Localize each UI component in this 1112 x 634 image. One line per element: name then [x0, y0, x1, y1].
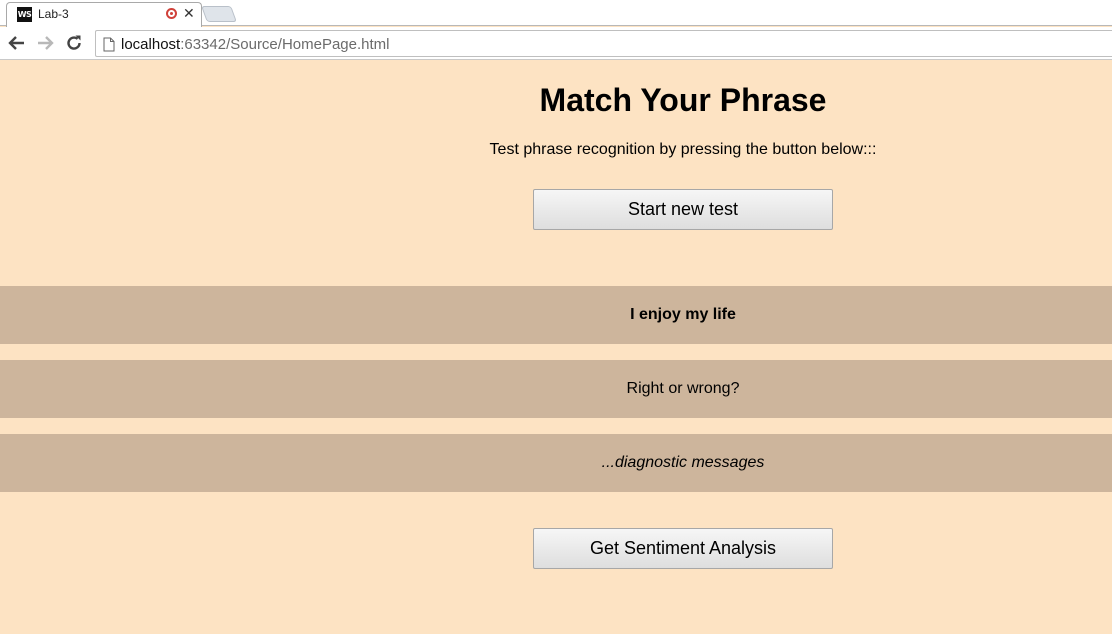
- arrow-right-icon: [38, 36, 54, 50]
- back-button[interactable]: [6, 33, 28, 53]
- browser-tab[interactable]: WS Lab-3 ✕: [6, 2, 202, 27]
- browser-toolbar: localhost:63342/Source/HomePage.html: [0, 27, 1112, 60]
- webstorm-favicon-icon: WS: [17, 7, 32, 22]
- reload-icon: [67, 35, 81, 50]
- page-title: Match Your Phrase: [539, 82, 827, 118]
- instructions-text: Test phrase recognition by pressing the …: [489, 141, 877, 158]
- tab-strip: WS Lab-3 ✕: [0, 0, 1112, 27]
- page-body: Match Your Phrase Test phrase recognitio…: [0, 61, 1112, 634]
- result-panel: Right or wrong?: [0, 360, 1112, 418]
- url-path: :63342/Source/HomePage.html: [180, 36, 390, 53]
- arrow-left-icon: [8, 36, 24, 50]
- diagnostic-messages-text: ...diagnostic messages: [601, 454, 765, 471]
- close-tab-icon[interactable]: ✕: [183, 5, 195, 21]
- new-tab-button[interactable]: [201, 6, 237, 22]
- recording-indicator-icon: [166, 8, 177, 19]
- forward-button[interactable]: [34, 33, 56, 53]
- result-text: Right or wrong?: [626, 380, 740, 397]
- start-new-test-button[interactable]: Start new test: [533, 189, 833, 230]
- page-icon: [103, 37, 115, 52]
- reload-button[interactable]: [63, 33, 85, 53]
- sentiment-analysis-button[interactable]: Get Sentiment Analysis: [533, 528, 833, 569]
- address-bar[interactable]: localhost:63342/Source/HomePage.html: [95, 30, 1112, 57]
- url-host: localhost: [121, 36, 181, 53]
- phrase-text: I enjoy my life: [630, 306, 736, 323]
- url-text: localhost:63342/Source/HomePage.html: [121, 36, 390, 53]
- diagnostics-panel: ...diagnostic messages: [0, 434, 1112, 492]
- tab-title: Lab-3: [38, 7, 69, 21]
- phrase-panel: I enjoy my life: [0, 286, 1112, 344]
